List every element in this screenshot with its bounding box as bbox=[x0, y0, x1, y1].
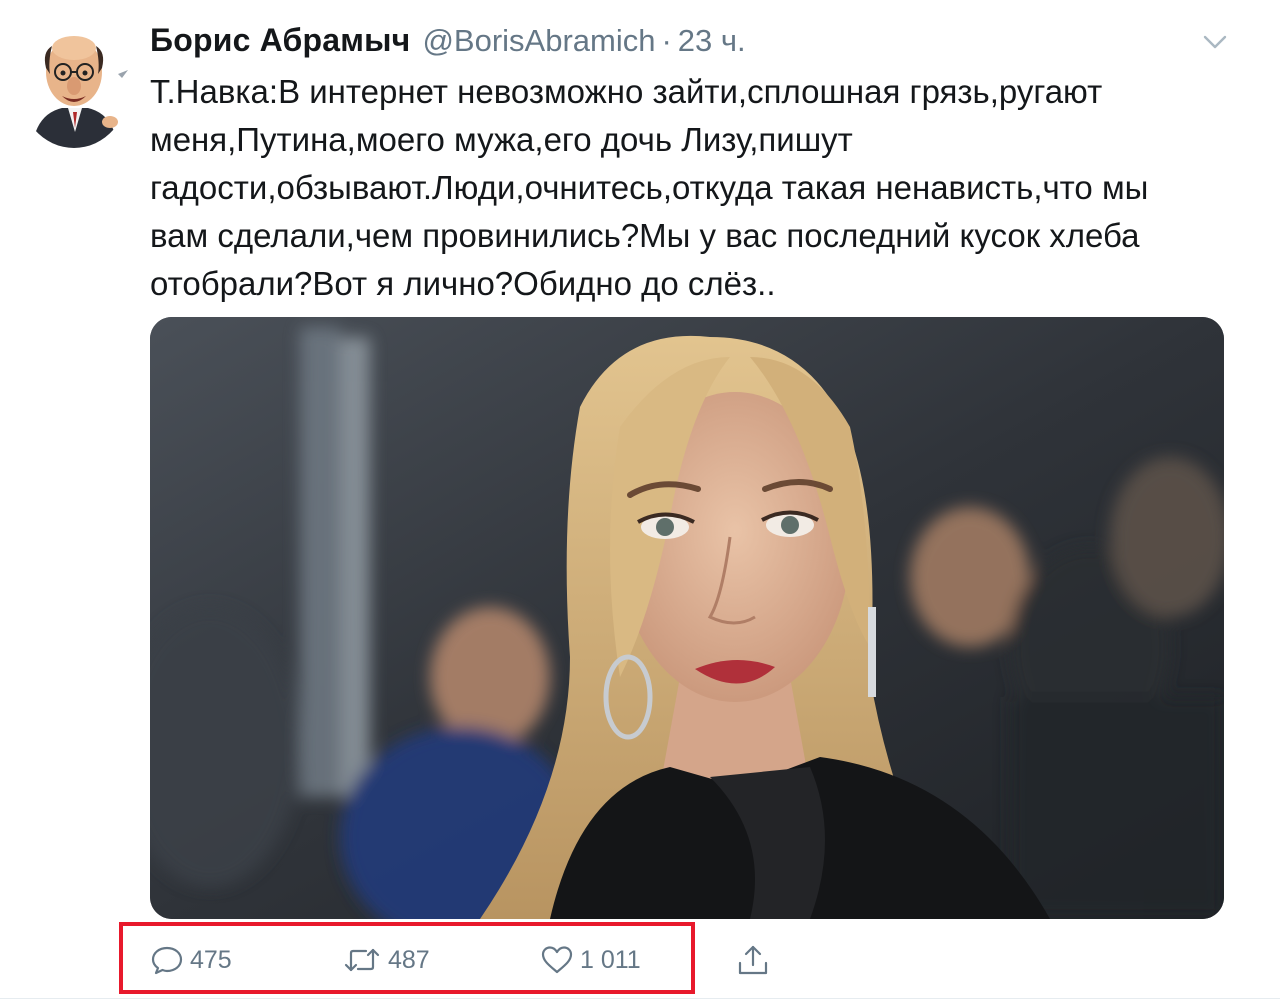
tweet-text-line: вам сделали,чем провинились?Мы у вас пос… bbox=[150, 217, 1140, 254]
like-button[interactable]: 1 011 bbox=[540, 940, 641, 980]
author-handle[interactable]: @BorisAbramich bbox=[422, 23, 655, 59]
heart-icon bbox=[541, 946, 573, 974]
share-upload-icon bbox=[738, 945, 768, 975]
author-avatar[interactable] bbox=[18, 22, 130, 148]
header-separator: · bbox=[661, 23, 672, 58]
tweet-text-line: гадости,обзывают.Люди,очнитесь,откуда та… bbox=[150, 169, 1149, 206]
tweet-text-line: меня,Путина,моего мужа,его дочь Лизу,пиш… bbox=[150, 121, 853, 158]
reply-count: 475 bbox=[190, 945, 232, 974]
tweet-text: Т.Навка:В интернет невозможно зайти,спло… bbox=[150, 68, 1230, 308]
reply-button[interactable]: 475 bbox=[150, 940, 232, 980]
tweet-menu-button[interactable] bbox=[1198, 30, 1232, 54]
tweet-text-line: Т.Навка:В интернет невозможно зайти,спло… bbox=[150, 73, 1103, 110]
retweet-count: 487 bbox=[388, 945, 430, 974]
tweet-divider bbox=[0, 998, 1280, 999]
chevron-down-icon bbox=[1203, 35, 1227, 49]
author-display-name[interactable]: Борис Абрамыч bbox=[150, 22, 410, 59]
tweet-media-photo[interactable] bbox=[150, 317, 1224, 919]
share-button[interactable] bbox=[736, 940, 776, 980]
avatar-caricature-image bbox=[18, 22, 130, 148]
tweet-text-line: отобрали?Вот я лично?Обидно до слёз.. bbox=[150, 265, 776, 302]
portrait-photo-image bbox=[150, 317, 1224, 919]
tweet-card: Борис Абрамыч @BorisAbramich · 23 ч. Т.Н… bbox=[0, 0, 1280, 1004]
comment-bubble-icon bbox=[151, 946, 183, 975]
retweet-arrows-icon bbox=[344, 948, 380, 972]
tweet-timestamp[interactable]: 23 ч. bbox=[678, 23, 746, 59]
retweet-button[interactable]: 487 bbox=[342, 940, 430, 980]
tweet-header: Борис Абрамыч @BorisAbramich · 23 ч. bbox=[150, 22, 746, 62]
like-count: 1 011 bbox=[580, 945, 641, 974]
